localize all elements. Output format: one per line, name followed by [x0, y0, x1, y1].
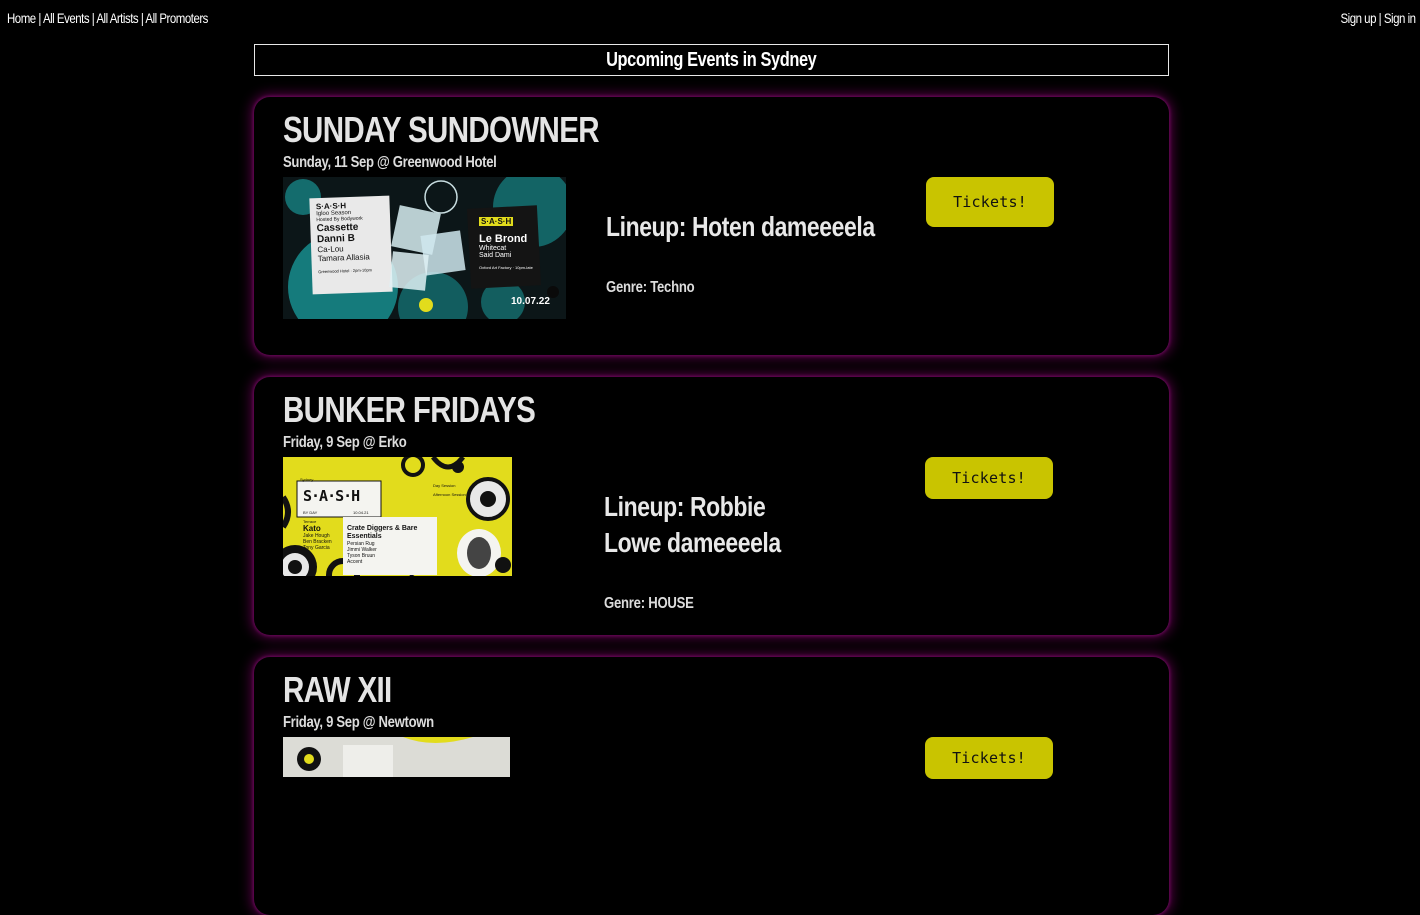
flyer-date: 10.07.22 — [511, 296, 550, 307]
flyer-by-day: BY DAY — [303, 510, 318, 515]
flyer-right-poster: S·A·S·H Le Brond Whitecat Said Dami Oxfo… — [479, 211, 539, 270]
event-title[interactable]: SUNDAY SUNDOWNER — [283, 109, 600, 151]
event-genre: Genre: HOUSE — [604, 595, 694, 612]
flyer-artist: Kato — [303, 524, 321, 533]
sign-in-link[interactable]: Sign in — [1384, 10, 1416, 26]
tickets-button[interactable]: Tickets! — [925, 737, 1053, 779]
nav-all-events-link[interactable]: All Events — [43, 10, 90, 26]
main-nav: Home | All Events | All Artists | All Pr… — [7, 10, 208, 26]
event-card: SUNDAY SUNDOWNER Sunday, 11 Sep @ Greenw… — [254, 97, 1169, 355]
flyer-venue: Oxford Art Factory · 10pm-late — [479, 265, 533, 270]
flyer-headliner: Le Brond — [479, 233, 528, 245]
flyer-info-line: Day Session — [433, 483, 456, 488]
flyer-artist: Tamara Allasia — [317, 252, 370, 264]
event-card: RAW XII Friday, 9 Sep @ Newtown Tickets! — [254, 657, 1169, 915]
flyer-artist: Whitecat — [479, 245, 507, 252]
nav-separator: | — [140, 10, 144, 26]
event-genre: Genre: Techno — [606, 279, 695, 296]
top-nav: Home | All Events | All Artists | All Pr… — [0, 0, 1420, 40]
nav-home-link[interactable]: Home — [7, 10, 36, 26]
flyer-artist: Tony Garcia — [303, 545, 330, 551]
event-flyer-image: S·A·S·H Igloo Season Hosted By Bodywork … — [283, 177, 566, 319]
tickets-button[interactable]: Tickets! — [926, 177, 1054, 227]
flyer-artist: Accent — [347, 559, 363, 565]
flyer-right-lineup: Crate Diggers & Bare Essentials Persian … — [347, 525, 435, 565]
flyer-artwork — [283, 737, 510, 777]
flyer-artist: Said Dami — [479, 252, 512, 259]
event-lineup: Lineup: Hoten dameeeela — [606, 211, 875, 242]
event-lineup: Lineup: Robbie Lowe dameeeela — [604, 491, 781, 558]
flyer-date: 10.04.21 — [353, 510, 369, 515]
nav-all-promoters-link[interactable]: All Promoters — [145, 10, 208, 26]
page-heading-box: Upcoming Events in Sydney — [254, 44, 1169, 76]
nav-separator: | — [38, 10, 41, 26]
event-date-venue: Friday, 9 Sep @ Erko — [283, 434, 407, 451]
event-date-venue: Friday, 9 Sep @ Newtown — [283, 714, 434, 731]
page-title: Upcoming Events in Sydney — [606, 48, 817, 71]
tickets-button[interactable]: Tickets! — [925, 457, 1053, 499]
flyer-left-poster: S·A·S·H Igloo Season Hosted By Bodywork … — [316, 200, 388, 274]
nav-all-artists-link[interactable]: All Artists — [96, 10, 138, 26]
event-flyer-image — [283, 737, 510, 777]
event-flyer-image: Sydney S·A·S·H BY DAY 10.04.21 Terrace K… — [283, 457, 512, 576]
event-title[interactable]: RAW XII — [283, 669, 392, 711]
flyer-info-line: Afternoon Session — [433, 492, 466, 497]
flyer-left-lineup: Terrace Kato Jake Hough Ben Bracken Tony… — [303, 519, 345, 551]
flyer-brand: S·A·S·H — [479, 217, 514, 226]
nav-separator: | — [91, 10, 95, 26]
sign-up-link[interactable]: Sign up — [1341, 10, 1377, 26]
flyer-city: Sydney — [300, 477, 314, 482]
flyer-brand: S·A·S·H — [303, 487, 360, 505]
auth-nav: Sign up | Sign in — [1341, 10, 1417, 26]
event-title[interactable]: BUNKER FRIDAYS — [283, 389, 536, 431]
flyer-stage: Crate Diggers & Bare Essentials — [347, 525, 418, 540]
flyer-info: Day Session Afternoon Session — [433, 483, 466, 497]
event-card: BUNKER FRIDAYS Friday, 9 Sep @ Erko Sydn… — [254, 377, 1169, 635]
nav-separator: | — [1379, 10, 1382, 26]
event-date-venue: Sunday, 11 Sep @ Greenwood Hotel — [283, 154, 497, 171]
